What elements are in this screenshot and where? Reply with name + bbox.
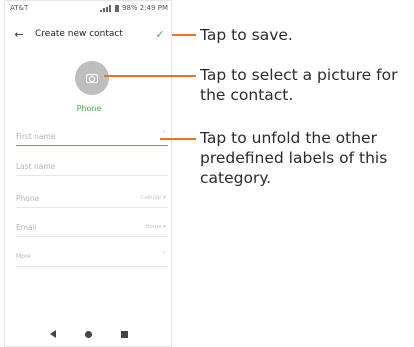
more-chevron-down-icon[interactable]: ˅ bbox=[162, 251, 166, 260]
nav-recent-icon[interactable] bbox=[121, 330, 129, 338]
save-callout-line bbox=[172, 34, 196, 36]
last-name-placeholder: Last name bbox=[16, 162, 56, 171]
email-placeholder: Email bbox=[16, 223, 37, 232]
first-name-placeholder: First name bbox=[16, 132, 56, 141]
save-annotation: Tap to save. bbox=[200, 26, 293, 44]
phone-screen: AT&T 98% 2:49 PM ← Create new contact ✓ … bbox=[4, 0, 172, 347]
phone-type-select[interactable]: Cellular ▾ bbox=[141, 195, 166, 201]
phone-field[interactable]: Phone Cellular ▾ bbox=[16, 192, 168, 208]
unfold-callout-line bbox=[160, 138, 196, 140]
nav-back-icon[interactable] bbox=[49, 330, 56, 338]
phone-underline bbox=[16, 207, 168, 208]
picture-callout-line bbox=[104, 75, 196, 77]
last-name-underline bbox=[16, 175, 168, 176]
save-check-icon[interactable]: ✓ bbox=[151, 28, 169, 41]
email-underline bbox=[16, 236, 168, 237]
status-bar: AT&T 98% 2:49 PM bbox=[5, 1, 171, 15]
nav-home-icon[interactable] bbox=[84, 330, 92, 338]
navigation-bar bbox=[5, 322, 171, 346]
contact-photo-button[interactable] bbox=[75, 61, 109, 95]
signal-icon bbox=[100, 4, 112, 12]
status-indicators: 98% 2:49 PM bbox=[100, 4, 168, 12]
app-bar: ← Create new contact ✓ bbox=[5, 23, 171, 45]
first-name-field[interactable]: First name ˅ bbox=[16, 130, 168, 146]
email-type-select[interactable]: Home ▾ bbox=[145, 224, 166, 230]
more-fields-row[interactable]: More ˅ bbox=[16, 251, 168, 267]
phone-placeholder: Phone bbox=[16, 194, 40, 203]
more-label: More bbox=[16, 253, 31, 260]
account-label[interactable]: Phone bbox=[5, 104, 171, 113]
first-name-underline bbox=[16, 144, 168, 146]
battery-time-label: 98% 2:49 PM bbox=[122, 4, 168, 12]
page-title: Create new contact bbox=[35, 29, 123, 39]
phone-type-label: Cellular bbox=[140, 195, 162, 201]
camera-icon bbox=[86, 73, 98, 83]
carrier-label: AT&T bbox=[10, 4, 29, 12]
picture-annotation: Tap to select a picture for the contact. bbox=[200, 66, 398, 104]
unfold-annotation: Tap to unfold the other predefined label… bbox=[200, 129, 388, 187]
last-name-field[interactable]: Last name bbox=[16, 160, 168, 176]
email-field[interactable]: Email Home ▾ bbox=[16, 221, 168, 237]
back-arrow-icon[interactable]: ← bbox=[9, 28, 29, 41]
battery-icon bbox=[115, 4, 119, 12]
more-underline bbox=[16, 266, 168, 267]
email-type-label: Home bbox=[145, 224, 162, 230]
